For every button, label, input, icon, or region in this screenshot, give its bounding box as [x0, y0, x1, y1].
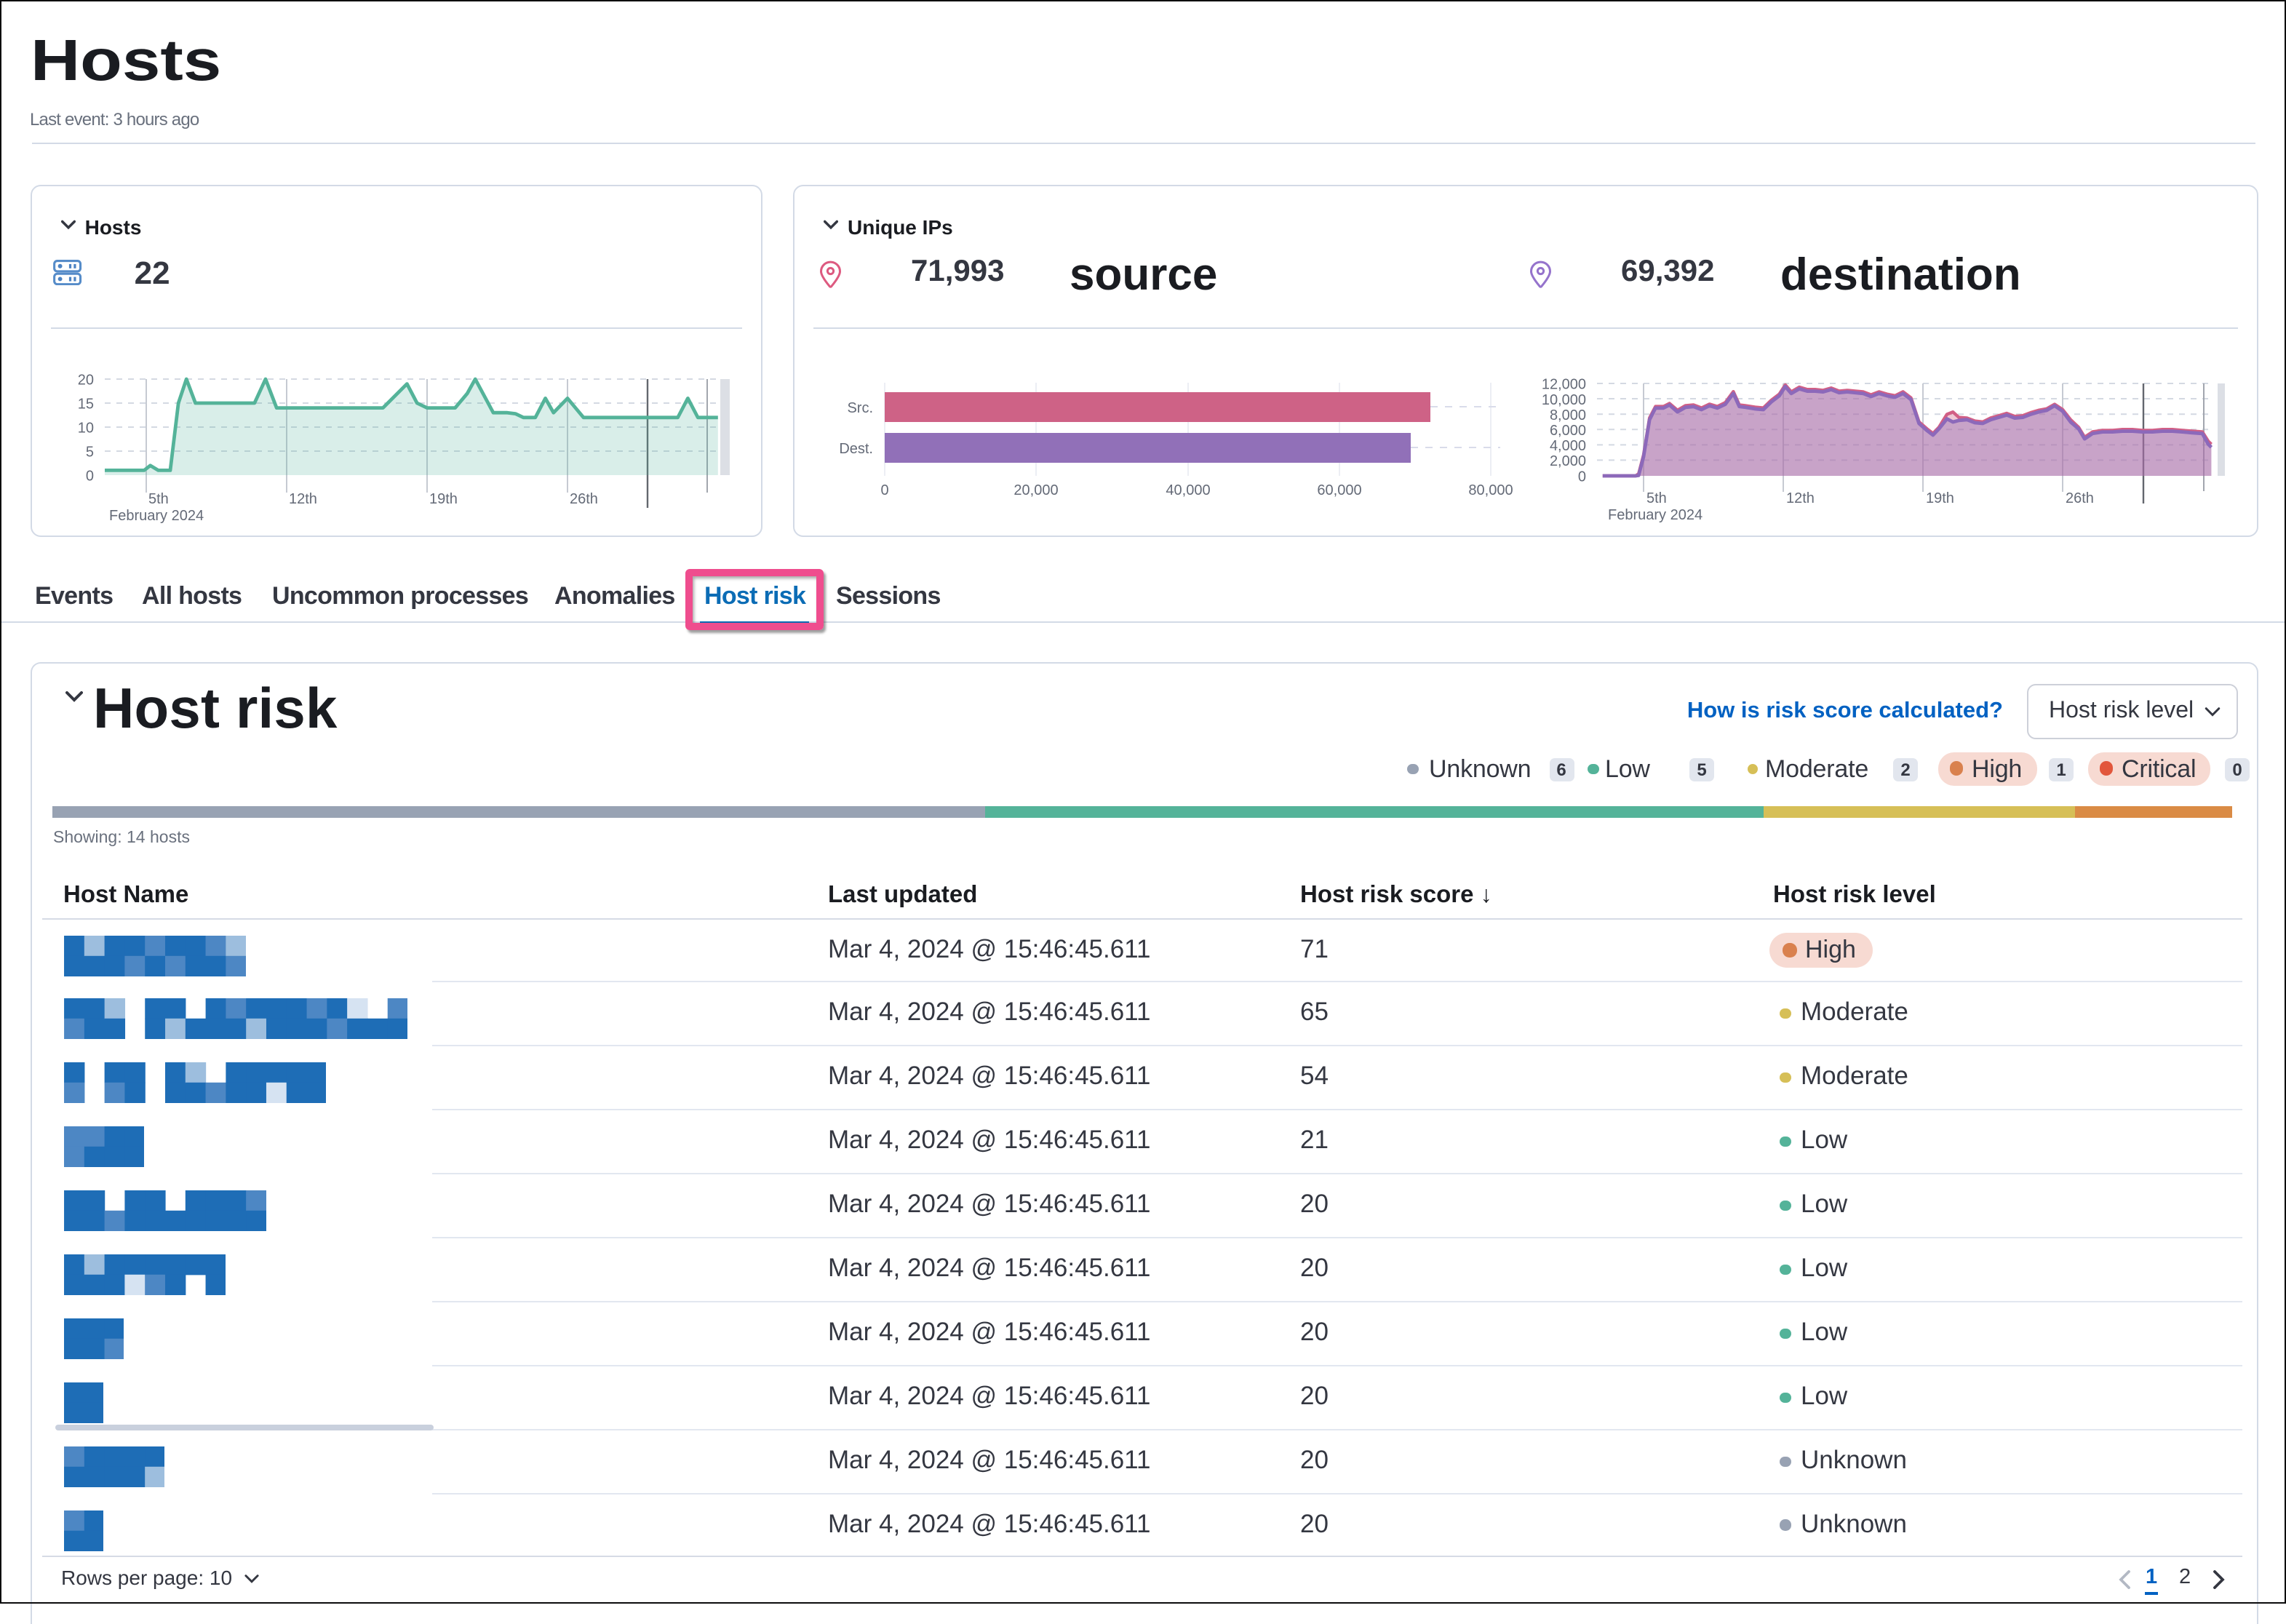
svg-text:0: 0 [1578, 469, 1586, 485]
svg-text:February 2024: February 2024 [109, 508, 204, 524]
svg-text:15: 15 [78, 397, 94, 413]
svg-text:20,000: 20,000 [1013, 482, 1058, 498]
svg-text:80,000: 80,000 [1468, 482, 1513, 498]
svg-text:February 2024: February 2024 [1608, 507, 1702, 523]
svg-text:2,000: 2,000 [1550, 453, 1586, 469]
svg-text:26th: 26th [2066, 490, 2094, 506]
svg-text:8,000: 8,000 [1550, 407, 1586, 423]
svg-text:6,000: 6,000 [1550, 423, 1586, 439]
svg-text:19th: 19th [1926, 490, 1954, 506]
svg-text:40,000: 40,000 [1166, 482, 1210, 498]
svg-text:12,000: 12,000 [1542, 377, 1586, 393]
svg-text:5: 5 [86, 445, 94, 461]
svg-text:10: 10 [78, 421, 94, 437]
svg-text:5th: 5th [1646, 490, 1667, 506]
svg-text:20: 20 [78, 373, 94, 389]
svg-text:10,000: 10,000 [1542, 392, 1586, 408]
svg-text:0: 0 [880, 482, 888, 498]
svg-text:19th: 19th [429, 491, 458, 507]
svg-text:Dest.: Dest. [839, 441, 873, 457]
svg-text:0: 0 [86, 469, 94, 485]
svg-text:60,000: 60,000 [1317, 482, 1361, 498]
svg-text:12th: 12th [289, 491, 317, 507]
svg-text:5th: 5th [148, 491, 169, 507]
svg-text:4,000: 4,000 [1550, 438, 1586, 454]
svg-text:26th: 26th [570, 491, 598, 507]
svg-text:12th: 12th [1786, 490, 1815, 506]
svg-text:Src.: Src. [847, 400, 873, 416]
